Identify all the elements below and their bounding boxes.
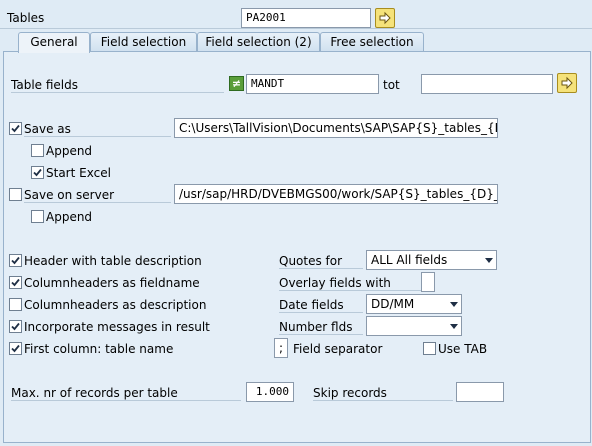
tot-label: tot: [383, 78, 400, 92]
use-tab-checkbox[interactable]: [423, 342, 436, 355]
quotes-for-value: ALL All fields: [371, 253, 448, 267]
arrow-right-icon: [561, 76, 573, 90]
tot-input[interactable]: [421, 74, 553, 94]
tab-general[interactable]: General: [18, 32, 90, 53]
first-column-checkbox[interactable]: [9, 342, 22, 355]
field-separator-label: Field separator: [293, 342, 383, 356]
tables-input[interactable]: PA2001: [241, 8, 371, 28]
max-records-input[interactable]: 1.000: [246, 382, 294, 402]
number-flds-label: Number flds: [279, 320, 353, 334]
table-fields-underline: [11, 92, 224, 93]
field-separator-input[interactable]: ;: [274, 338, 288, 358]
tab-free-selection[interactable]: Free selection: [320, 32, 424, 52]
arrow-right-icon: [379, 11, 391, 25]
checkmark-icon: [11, 344, 20, 353]
save-on-server-checkbox[interactable]: [9, 188, 22, 201]
tab-field-selection-2[interactable]: Field selection (2): [197, 32, 320, 52]
max-records-underline: [11, 400, 241, 401]
checkmark-icon: [11, 322, 20, 331]
divider: [0, 28, 592, 29]
date-fields-select[interactable]: DD/MM: [366, 294, 462, 314]
tab-field-selection[interactable]: Field selection: [90, 32, 197, 52]
skip-records-input[interactable]: [456, 382, 504, 402]
save-on-server-path-input[interactable]: /usr/sap/HRD/DVEBMGS00/work/SAP{S}_table…: [174, 184, 498, 204]
number-flds-underline: [279, 334, 363, 335]
checkmark-icon: [11, 278, 20, 287]
quotes-for-select[interactable]: ALL All fields: [366, 250, 497, 270]
chevron-down-icon: [450, 302, 458, 307]
checkmark-icon: [33, 168, 42, 177]
overlay-fields-input[interactable]: [421, 272, 435, 292]
table-fields-label: Table fields: [11, 78, 78, 92]
number-flds-select[interactable]: [366, 316, 462, 336]
colheaders-fieldname-label: Columnheaders as fieldname: [24, 276, 200, 290]
date-fields-value: DD/MM: [371, 297, 415, 311]
use-tab-label: Use TAB: [438, 342, 488, 356]
first-column-label: First column: table name: [24, 342, 174, 356]
colheaders-desc-checkbox[interactable]: [9, 298, 22, 311]
save-as-underline: [24, 136, 171, 137]
date-fields-label: Date fields: [279, 298, 344, 312]
chevron-down-icon: [450, 324, 458, 329]
start-excel-label: Start Excel: [46, 166, 111, 180]
save-on-server-underline: [24, 202, 171, 203]
skip-records-underline: [313, 400, 453, 401]
append-server-label: Append: [46, 210, 93, 224]
quotes-for-label: Quotes for: [279, 254, 343, 268]
max-records-label: Max. nr of records per table: [11, 386, 178, 400]
checkmark-icon: [11, 256, 20, 265]
colheaders-fieldname-checkbox[interactable]: [9, 276, 22, 289]
append-checkbox[interactable]: [31, 144, 44, 157]
chevron-down-icon: [485, 258, 493, 263]
overlay-fields-underline: [279, 290, 421, 291]
table-fields-execute-button[interactable]: [557, 73, 577, 93]
date-fields-underline: [279, 312, 363, 313]
table-fields-input[interactable]: MANDT: [246, 74, 379, 94]
save-as-label: Save as: [24, 122, 71, 136]
checkmark-icon: [11, 124, 20, 133]
header-desc-checkbox[interactable]: [9, 254, 22, 267]
quotes-for-underline: [279, 268, 363, 269]
not-equal-icon[interactable]: ≠: [229, 76, 244, 91]
tables-execute-button[interactable]: [375, 8, 395, 28]
start-excel-checkbox[interactable]: [31, 166, 44, 179]
save-as-path-input[interactable]: C:\Users\TallVision\Documents\SAP\SAP{S}…: [174, 118, 498, 138]
incorporate-msgs-label: Incorporate messages in result: [24, 320, 210, 334]
tables-label: Tables: [7, 11, 45, 25]
append-server-checkbox[interactable]: [31, 210, 44, 223]
save-as-checkbox[interactable]: [9, 122, 22, 135]
header-desc-label: Header with table description: [24, 254, 202, 268]
append-label: Append: [46, 144, 93, 158]
skip-records-label: Skip records: [313, 386, 387, 400]
colheaders-desc-label: Columnheaders as description: [24, 298, 207, 312]
overlay-fields-label: Overlay fields with: [279, 276, 391, 290]
incorporate-msgs-checkbox[interactable]: [9, 320, 22, 333]
save-on-server-label: Save on server: [24, 188, 115, 202]
